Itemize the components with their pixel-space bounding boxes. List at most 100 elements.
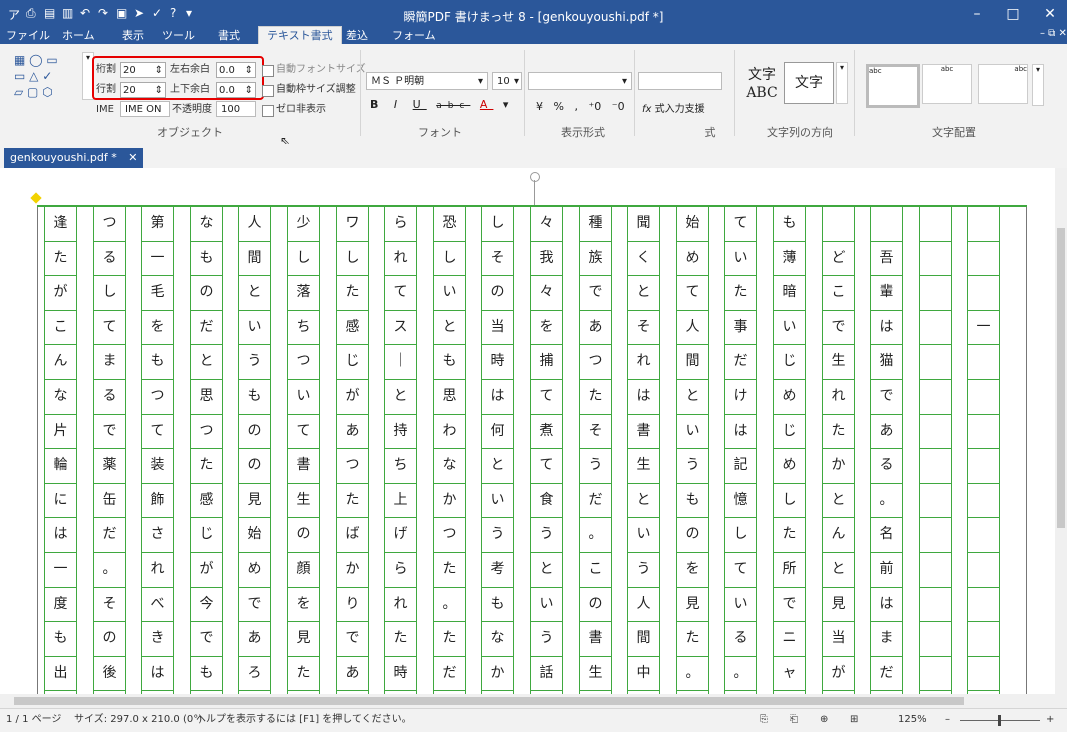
grid-cell[interactable]: 々 xyxy=(530,206,563,240)
grid-cell[interactable]: し xyxy=(433,241,466,275)
horizontal-scroll-thumb[interactable] xyxy=(14,697,964,705)
grid-cell[interactable] xyxy=(967,241,1000,275)
increase-decimal-button[interactable]: ⁺0 xyxy=(588,100,601,113)
grid-cell[interactable]: 当 xyxy=(822,621,855,655)
grid-cell[interactable] xyxy=(967,552,1000,586)
grid-cell[interactable]: 。 xyxy=(433,587,466,621)
grid-cell[interactable]: 聞 xyxy=(627,206,660,240)
grid-cell[interactable]: て xyxy=(676,275,709,309)
grid-cell[interactable]: で xyxy=(238,587,271,621)
grid-cell[interactable]: 。 xyxy=(724,656,757,690)
grid-cell[interactable]: と xyxy=(481,448,514,482)
grid-cell[interactable]: 々 xyxy=(530,275,563,309)
grid-cell[interactable]: じ xyxy=(190,517,223,551)
grid-cell[interactable]: ば xyxy=(336,517,369,551)
grid-cell[interactable]: ャ xyxy=(773,656,806,690)
grid-cell[interactable]: と xyxy=(822,552,855,586)
single-page-icon[interactable]: ⊕ xyxy=(820,709,828,731)
grid-cell[interactable]: も xyxy=(44,621,77,655)
grid-cell[interactable]: を xyxy=(676,552,709,586)
tab-home[interactable]: ホーム xyxy=(62,28,95,44)
grid-cell[interactable]: じ xyxy=(773,344,806,378)
maximize-button[interactable]: □ xyxy=(996,4,1030,24)
grid-cell[interactable]: 前 xyxy=(870,552,903,586)
grid-cell[interactable]: め xyxy=(773,448,806,482)
grid-cell[interactable]: う xyxy=(481,517,514,551)
grid-cell[interactable]: は xyxy=(627,379,660,413)
grid-cell[interactable]: た xyxy=(579,379,612,413)
grid-cell[interactable] xyxy=(919,206,952,240)
grid-cell[interactable] xyxy=(967,344,1000,378)
grid-cell[interactable]: 一 xyxy=(967,310,1000,344)
grid-cell[interactable]: 上 xyxy=(384,483,417,517)
grid-cell[interactable]: わ xyxy=(433,414,466,448)
grid-cell[interactable] xyxy=(967,621,1000,655)
grid-cell[interactable]: 生 xyxy=(822,344,855,378)
grid-cell[interactable]: り xyxy=(336,587,369,621)
grid-cell[interactable]: う xyxy=(627,552,660,586)
grid-cell[interactable]: で xyxy=(336,621,369,655)
grid-cell[interactable]: る xyxy=(724,621,757,655)
font-style-buttons[interactable]: B I U abc A ▾ xyxy=(370,98,514,111)
grid-cell[interactable]: で xyxy=(870,379,903,413)
grid-cell[interactable]: は xyxy=(870,310,903,344)
grid-cell[interactable]: 書 xyxy=(627,414,660,448)
zoom-out-button[interactable]: – xyxy=(945,709,950,731)
direction-scroll[interactable]: ▾ xyxy=(836,62,848,104)
grid-cell[interactable]: と xyxy=(238,275,271,309)
grid-cell[interactable] xyxy=(967,483,1000,517)
zoom-in-button[interactable]: + xyxy=(1046,709,1054,731)
grid-cell[interactable]: 猫 xyxy=(870,344,903,378)
grid-cell[interactable]: 今 xyxy=(190,587,223,621)
grid-cell[interactable]: 書 xyxy=(579,621,612,655)
grid-cell[interactable]: も xyxy=(676,483,709,517)
grid-cell[interactable] xyxy=(919,275,952,309)
yen-button[interactable]: ¥ xyxy=(536,100,543,113)
grid-cell[interactable]: た xyxy=(773,517,806,551)
grid-cell[interactable]: の xyxy=(676,517,709,551)
grid-cell[interactable]: い xyxy=(481,483,514,517)
grid-cell[interactable] xyxy=(919,483,952,517)
grid-cell[interactable]: 時 xyxy=(481,344,514,378)
grid-cell[interactable]: と xyxy=(190,344,223,378)
grid-cell[interactable]: ん xyxy=(44,344,77,378)
ribbon-window-controls[interactable]: – ⧉ ✕ xyxy=(1040,28,1067,39)
grid-cell[interactable]: が xyxy=(822,656,855,690)
zoom-slider-thumb[interactable] xyxy=(998,715,1001,726)
grid-cell[interactable]: し xyxy=(93,275,126,309)
grid-cell[interactable]: 生 xyxy=(627,448,660,482)
grid-cell[interactable]: な xyxy=(190,206,223,240)
formula-assist-button[interactable]: fx 式入力支援 xyxy=(642,100,705,115)
grid-cell[interactable]: い xyxy=(433,275,466,309)
grid-cell[interactable]: を xyxy=(141,310,174,344)
grid-cell[interactable]: 所 xyxy=(773,552,806,586)
grid-cell[interactable]: 人 xyxy=(676,310,709,344)
grid-cell[interactable]: し xyxy=(481,206,514,240)
grid-cell[interactable]: ニ xyxy=(773,621,806,655)
grid-cell[interactable]: 度 xyxy=(44,587,77,621)
grid-cell[interactable]: て xyxy=(724,206,757,240)
grid-cell[interactable]: は xyxy=(870,587,903,621)
grid-cell[interactable]: だ xyxy=(724,344,757,378)
grid-cell[interactable]: も xyxy=(433,344,466,378)
grid-cell[interactable]: れ xyxy=(141,552,174,586)
grid-cell[interactable]: し xyxy=(724,517,757,551)
align-option-2[interactable]: abc xyxy=(922,64,972,104)
grid-cell[interactable]: べ xyxy=(141,587,174,621)
percent-button[interactable]: % xyxy=(554,100,564,113)
grid-cell[interactable]: 。 xyxy=(579,517,612,551)
grid-cell[interactable]: た xyxy=(822,414,855,448)
grid-cell[interactable]: め xyxy=(676,241,709,275)
number-format-buttons[interactable]: ¥ % , ⁺0 ⁻0 xyxy=(536,100,625,113)
grid-cell[interactable]: で xyxy=(579,275,612,309)
grid-cell[interactable]: れ xyxy=(384,587,417,621)
grid-cell[interactable]: 一 xyxy=(141,241,174,275)
grid-cell[interactable]: も xyxy=(481,587,514,621)
grid-cell[interactable]: 始 xyxy=(238,517,271,551)
grid-cell[interactable]: う xyxy=(676,448,709,482)
grid-cell[interactable] xyxy=(919,344,952,378)
grid-cell[interactable] xyxy=(919,310,952,344)
grid-cell[interactable]: 人 xyxy=(238,206,271,240)
grid-cell[interactable]: そ xyxy=(579,414,612,448)
grid-cell[interactable]: こ xyxy=(822,275,855,309)
